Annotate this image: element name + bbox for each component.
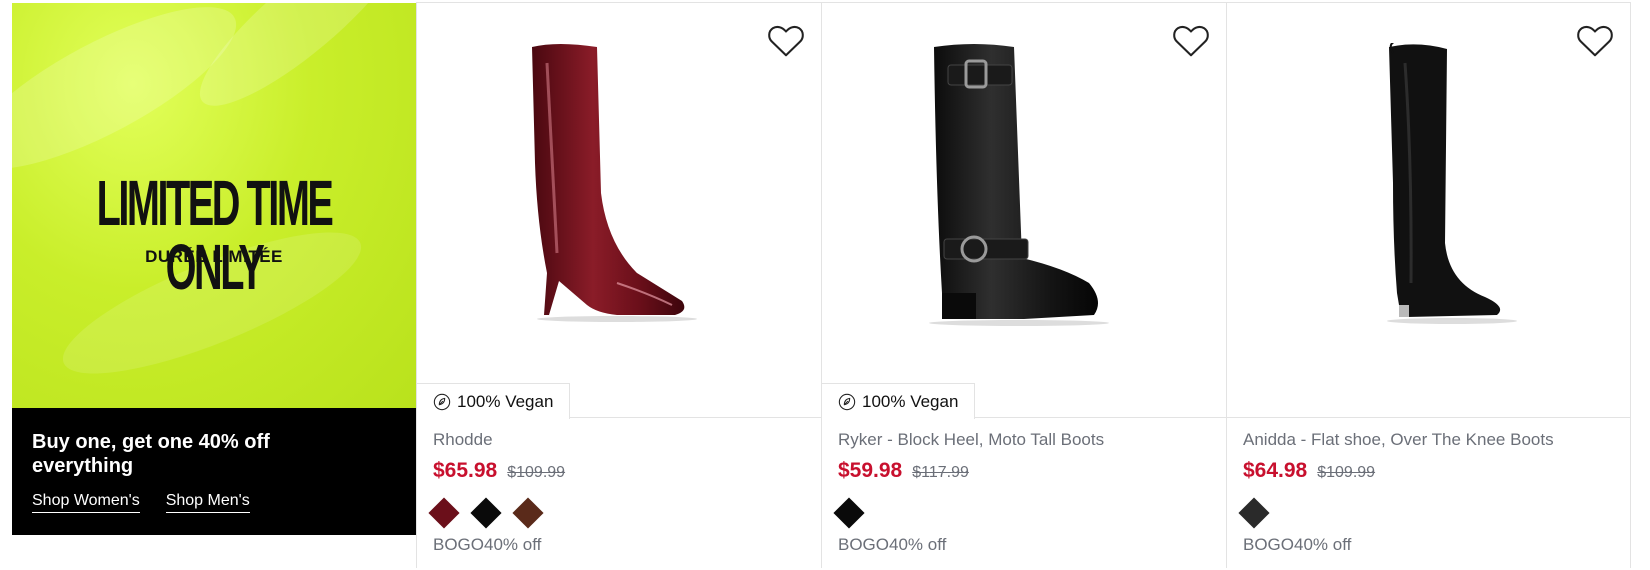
sale-price: $64.98 [1243, 459, 1308, 482]
shop-women-link[interactable]: Shop Women's [32, 492, 140, 513]
product-name[interactable]: Anidda - Flat shoe, Over The Knee Boots [1243, 430, 1554, 450]
heart-icon[interactable] [1172, 23, 1210, 59]
product-image-area[interactable] [822, 3, 1226, 418]
promo-headline: LIMITED TIME ONLY [96, 167, 334, 303]
original-price: $117.99 [912, 464, 969, 481]
product-image[interactable] [497, 43, 717, 343]
vegan-badge-label: 100% Vegan [457, 391, 554, 411]
product-image[interactable] [914, 43, 1134, 343]
product-name[interactable]: Ryker - Block Heel, Moto Tall Boots [838, 430, 1104, 450]
product-image-area[interactable] [1227, 3, 1630, 418]
promo-offer-panel: Buy one, get one 40% off everything Shop… [12, 408, 416, 535]
promo-banner-image[interactable]: LIMITED TIME ONLY DURÉE LIMITÉE [12, 3, 416, 408]
promo-subheadline: DURÉE LIMITÉE [145, 247, 283, 266]
product-prices: $65.98 $109.99 [433, 459, 565, 483]
sale-price: $65.98 [433, 459, 498, 482]
color-swatch[interactable] [470, 497, 502, 529]
vegan-badge: 100% Vegan [417, 383, 571, 419]
vegan-badge-label: 100% Vegan [862, 391, 959, 411]
product-image[interactable] [1357, 43, 1537, 343]
product-prices: $64.98 $109.99 [1243, 459, 1375, 483]
vegan-badge: 100% Vegan [822, 383, 976, 419]
color-swatches [833, 497, 865, 529]
product-grid: LIMITED TIME ONLY DURÉE LIMITÉE Buy one,… [0, 0, 1650, 570]
promo-tag: BOGO40% off [433, 535, 542, 554]
product-name[interactable]: Rhodde [433, 430, 493, 450]
heart-icon[interactable] [767, 23, 805, 59]
product-card[interactable]: Anidda - Flat shoe, Over The Knee Boots … [1226, 2, 1631, 568]
heart-icon[interactable] [1576, 23, 1614, 59]
product-card[interactable]: 100% Vegan Ryker - Block Heel, Moto Tall… [821, 2, 1226, 568]
shop-men-link[interactable]: Shop Men's [165, 492, 250, 513]
color-swatch[interactable] [428, 497, 460, 529]
vegan-leaf-icon [433, 393, 451, 410]
sale-price: $59.98 [838, 459, 903, 482]
promo-tag: BOGO40% off [1243, 535, 1352, 554]
product-image-area[interactable] [417, 3, 821, 418]
product-prices: $59.98 $117.99 [838, 459, 969, 483]
original-price: $109.99 [1317, 464, 1376, 481]
promo-tile: LIMITED TIME ONLY DURÉE LIMITÉE Buy one,… [12, 3, 416, 535]
promo-offer-text: Buy one, get one 40% off everything [32, 431, 270, 477]
promo-tag: BOGO40% off [838, 535, 947, 554]
original-price: $109.99 [507, 464, 566, 481]
product-card[interactable]: 100% Vegan Rhodde $65.98 $109.99 BOGO40%… [416, 2, 821, 568]
promo-links: Shop Women's Shop Men's [32, 492, 396, 513]
color-swatches [1238, 497, 1270, 529]
color-swatch[interactable] [833, 497, 865, 529]
color-swatch[interactable] [1238, 497, 1270, 529]
color-swatches [428, 497, 544, 529]
color-swatch[interactable] [512, 497, 544, 529]
vegan-leaf-icon [838, 393, 856, 410]
